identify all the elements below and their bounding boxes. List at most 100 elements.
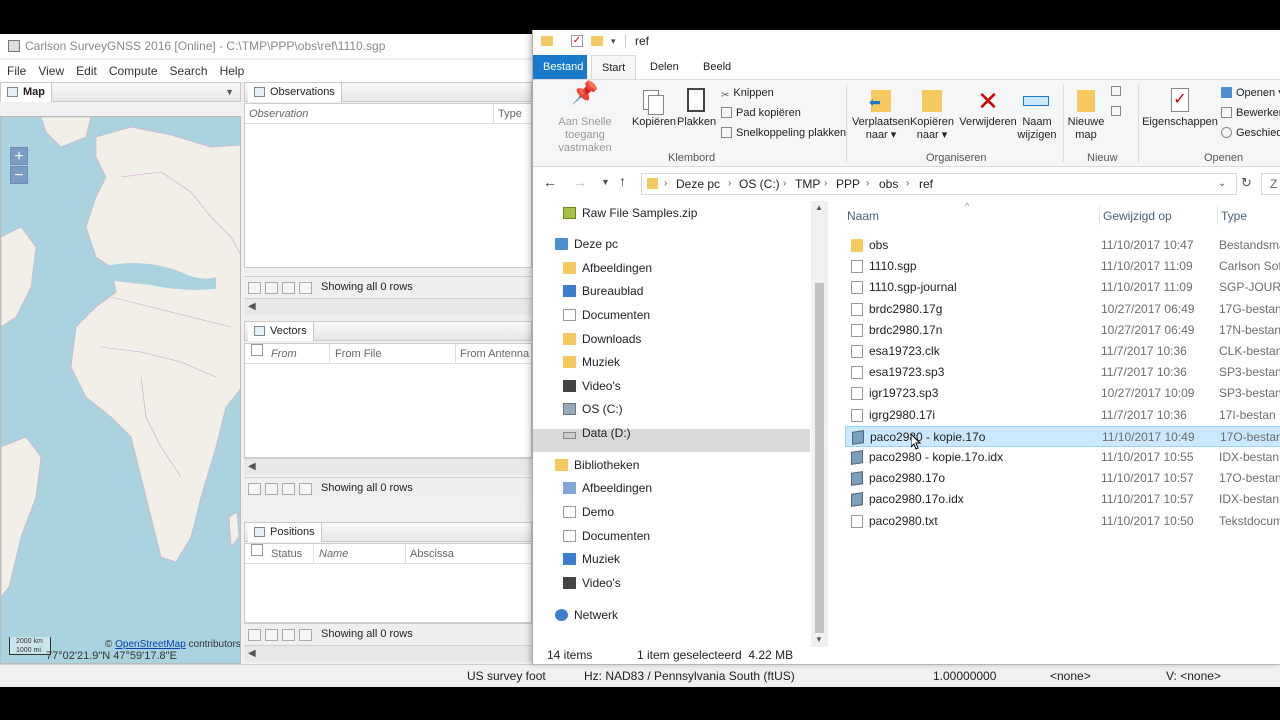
first-page-button[interactable] xyxy=(248,483,261,495)
recent-dropdown-icon[interactable]: ▼ xyxy=(601,177,610,187)
nav-item-deze-pc[interactable]: Deze pc xyxy=(555,233,618,255)
first-page-button[interactable] xyxy=(248,282,261,294)
properties-button[interactable]: ✓ Eigenschappen xyxy=(1141,86,1219,129)
file-row[interactable]: esa19723.clk 11/7/2017 10:36 CLK-bestan xyxy=(845,341,1280,362)
file-row[interactable]: paco2980.17o.idx 11/10/2017 10:57 IDX-best… xyxy=(845,489,1280,510)
tab-vectors[interactable]: Vectors xyxy=(248,322,314,341)
prev-page-button[interactable] xyxy=(265,629,278,641)
easy-access-icon[interactable] xyxy=(1111,106,1121,116)
forward-arrow-icon[interactable]: → xyxy=(573,174,587,190)
file-row[interactable]: paco2980.txt 11/10/2017 10:50 Tekstdocum xyxy=(845,511,1280,532)
nav-item-documenten[interactable]: Documenten xyxy=(563,304,650,326)
col-name[interactable]: Name xyxy=(313,544,348,564)
col-gewijzigd-op[interactable]: Gewijzigd op xyxy=(1103,209,1172,223)
properties-quick-icon[interactable]: ✓ xyxy=(571,35,583,47)
scroll-left-icon[interactable]: ◀ xyxy=(248,648,256,659)
paste-shortcut-button[interactable]: Snelkoppeling plakken xyxy=(721,126,846,140)
menu-edit[interactable]: Edit xyxy=(71,60,102,82)
select-all-checkbox[interactable] xyxy=(251,544,263,556)
file-row[interactable]: paco2980.17o 11/10/2017 10:57 17O-bestan xyxy=(845,468,1280,489)
nav-item-demo[interactable]: Demo xyxy=(563,501,614,523)
col-type[interactable]: Type xyxy=(1221,209,1247,223)
tab-observations[interactable]: Observations xyxy=(248,83,342,102)
move-to-button[interactable]: ⬅ Verplaatsen naar ▾ xyxy=(849,86,913,142)
breadcrumb-deze-pc[interactable]: Deze pc xyxy=(676,174,720,194)
pin-quick-access-button[interactable]: 📌 Aan Snelle toegang vastmaken xyxy=(537,82,633,155)
copy-button[interactable]: Kopiëren xyxy=(631,86,677,129)
tab-positions[interactable]: Positions xyxy=(248,523,322,542)
col-from-antenna[interactable]: From Antenna H xyxy=(455,344,540,364)
col-from-file[interactable]: From File xyxy=(329,344,381,364)
col-naam[interactable]: Naam xyxy=(847,209,879,223)
refresh-icon[interactable]: ↻ xyxy=(1241,175,1252,191)
last-page-button[interactable] xyxy=(299,282,312,294)
cut-button[interactable]: ✂ Knippen xyxy=(721,86,774,101)
address-dropdown-icon[interactable]: ⌄ xyxy=(1218,174,1226,194)
open-button[interactable]: Openen ▾ xyxy=(1221,86,1280,100)
scroll-left-icon[interactable]: ◀ xyxy=(248,301,256,312)
next-page-button[interactable] xyxy=(282,629,295,641)
vectors-hscroll[interactable]: ◀ xyxy=(244,458,532,475)
edit-button[interactable]: Bewerken xyxy=(1221,106,1280,120)
breadcrumb-ppp[interactable]: PPP xyxy=(836,174,860,194)
copy-path-button[interactable]: Pad kopiëren xyxy=(721,106,801,120)
new-item-icon[interactable] xyxy=(1111,86,1121,96)
col-status[interactable]: Status xyxy=(271,544,302,564)
file-row[interactable]: obs 11/10/2017 10:47 Bestandsma xyxy=(845,235,1280,256)
tab-delen[interactable]: Delen xyxy=(640,55,689,79)
nav-scrollbar[interactable]: ▲ ▼ xyxy=(811,201,828,647)
address-bar[interactable]: › Deze pc › OS (C:) › TMP › PPP › obs › … xyxy=(641,173,1237,195)
breadcrumb-obs[interactable]: obs xyxy=(879,174,898,194)
breadcrumb-separator-icon[interactable]: › xyxy=(783,174,786,194)
up-arrow-icon[interactable]: ↑ xyxy=(619,173,626,189)
menu-compute[interactable]: Compute xyxy=(104,60,163,82)
nav-item-bureaublad[interactable]: Bureaublad xyxy=(563,280,643,302)
breadcrumb-separator-icon[interactable]: › xyxy=(728,174,731,194)
copy-to-button[interactable]: Kopiëren naar ▾ xyxy=(909,86,955,142)
nav-item-bibliotheken[interactable]: Bibliotheken xyxy=(555,454,639,476)
next-page-button[interactable] xyxy=(282,282,295,294)
prev-page-button[interactable] xyxy=(265,282,278,294)
first-page-button[interactable] xyxy=(248,629,261,641)
breadcrumb-separator-icon[interactable]: › xyxy=(824,174,827,194)
nav-item-muziek[interactable]: Muziek xyxy=(563,351,620,373)
new-folder-button[interactable]: Nieuwe map xyxy=(1065,86,1107,142)
zoom-out-button[interactable]: − xyxy=(10,166,28,184)
chevron-down-icon[interactable]: ▼ xyxy=(225,87,234,97)
delete-button[interactable]: ✕ Verwijderen xyxy=(959,86,1017,129)
last-page-button[interactable] xyxy=(299,483,312,495)
breadcrumb-ref[interactable]: ref xyxy=(919,174,933,194)
file-row[interactable]: paco2980 - kopie.17o.idx 11/10/2017 10:55… xyxy=(845,447,1280,468)
scroll-down-icon[interactable]: ▼ xyxy=(815,635,823,644)
nav-item-raw-file-samples[interactable]: Raw File Samples.zip xyxy=(563,202,697,224)
menu-help[interactable]: Help xyxy=(215,60,250,82)
observations-hscroll[interactable]: ◀ xyxy=(244,298,532,315)
tab-bestand[interactable]: Bestand xyxy=(533,55,587,79)
prev-page-button[interactable] xyxy=(265,483,278,495)
nav-item-downloads[interactable]: Downloads xyxy=(563,328,641,350)
tab-map[interactable]: Map xyxy=(1,83,52,102)
nav-item-data-d[interactable]: Data (D:) xyxy=(563,422,631,444)
menu-view[interactable]: View xyxy=(33,60,69,82)
select-all-checkbox[interactable] xyxy=(251,344,263,356)
breadcrumb-tmp[interactable]: TMP xyxy=(795,174,820,194)
file-row[interactable]: igrg2980.17i 11/7/2017 10:36 17I-bestan xyxy=(845,405,1280,426)
nav-item-lib-muziek[interactable]: Muziek xyxy=(563,548,620,570)
nav-item-netwerk[interactable]: Netwerk xyxy=(555,604,618,626)
last-page-button[interactable] xyxy=(299,629,312,641)
file-row[interactable]: esa19723.sp3 11/7/2017 10:36 SP3-bestan xyxy=(845,362,1280,383)
breadcrumb-separator-icon[interactable]: › xyxy=(866,174,869,194)
nav-item-lib-afbeeldingen[interactable]: Afbeeldingen xyxy=(563,477,652,499)
history-button[interactable]: Geschiedenis xyxy=(1221,126,1280,140)
breadcrumb-separator-icon[interactable]: › xyxy=(906,174,909,194)
breadcrumb-separator-icon[interactable]: › xyxy=(664,174,667,194)
menu-search[interactable]: Search xyxy=(165,60,213,82)
positions-hscroll[interactable]: ◀ xyxy=(244,645,532,662)
col-observation[interactable]: Observation xyxy=(249,104,308,124)
tab-beeld[interactable]: Beeld xyxy=(693,55,741,79)
menu-file[interactable]: File xyxy=(2,60,31,82)
nav-item-os-c[interactable]: OS (C:) xyxy=(563,398,623,420)
col-from[interactable]: From xyxy=(271,344,297,364)
next-page-button[interactable] xyxy=(282,483,295,495)
scroll-thumb[interactable] xyxy=(815,283,824,633)
